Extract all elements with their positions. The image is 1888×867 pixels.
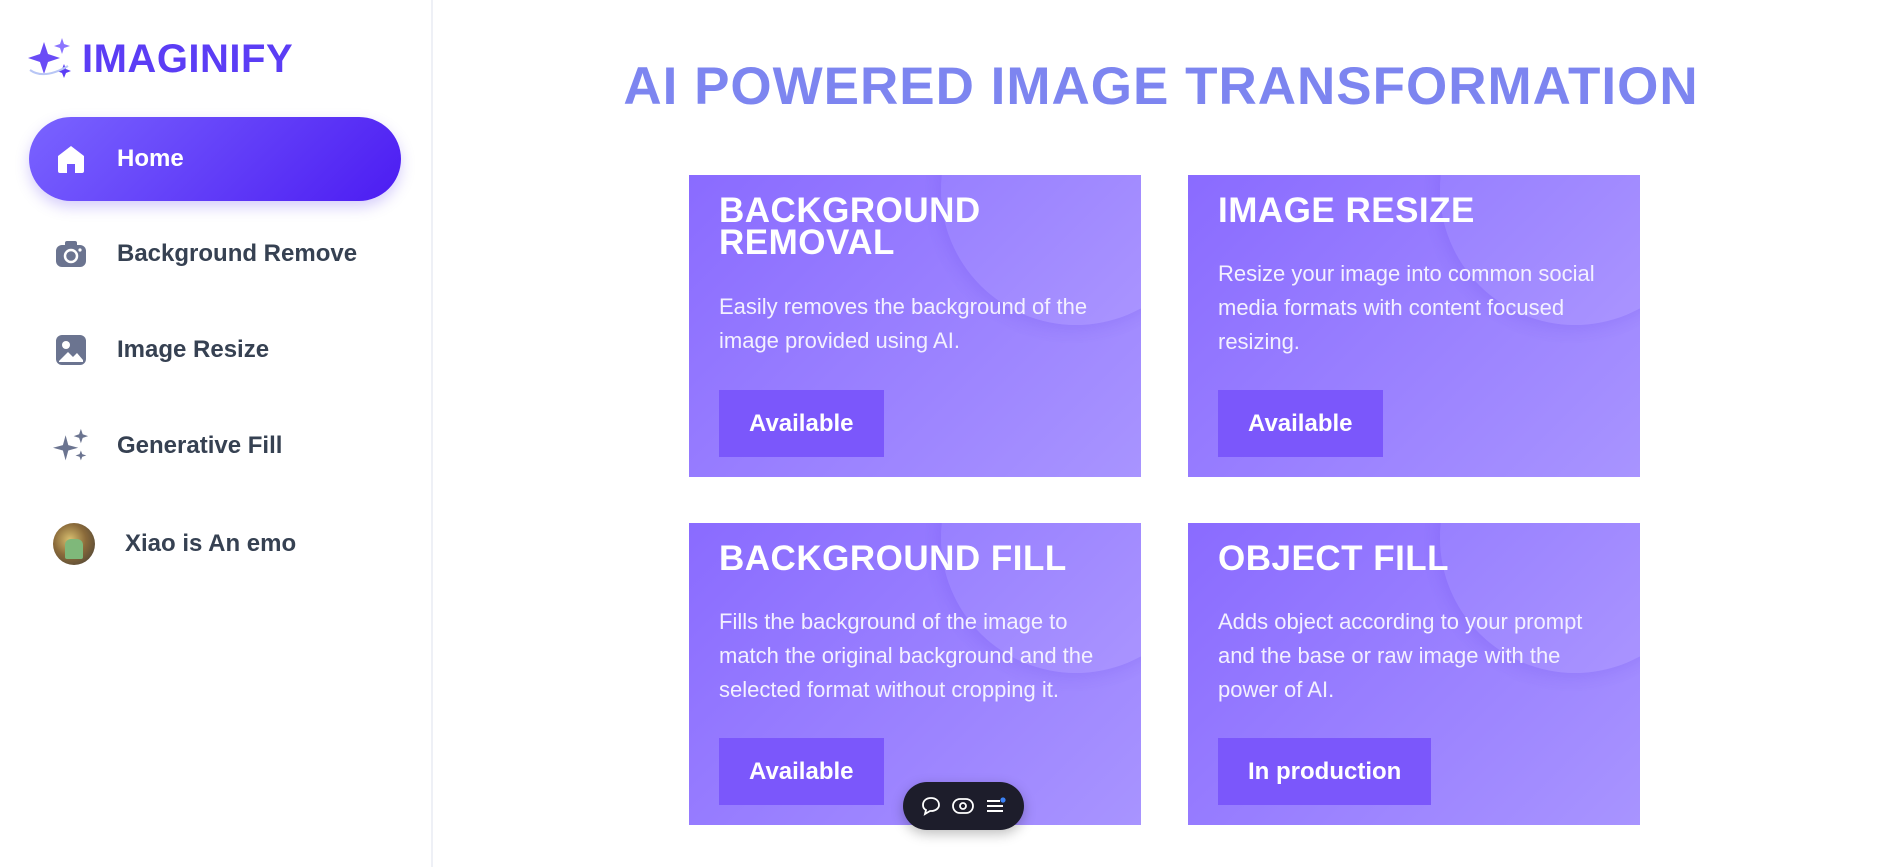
sidebar-item-label: Background Remove (117, 240, 358, 267)
card-object-fill: OBJECT FILL Adds object according to you… (1188, 523, 1640, 825)
comment-icon[interactable] (919, 794, 943, 818)
camera-icon (53, 236, 89, 272)
status-button[interactable]: Available (1218, 390, 1383, 457)
card-background-removal: BACKGROUND REMOVAL Easily removes the ba… (689, 175, 1141, 477)
profile-button[interactable]: Xiao is An emo (53, 523, 296, 565)
avatar (53, 523, 95, 565)
logo-text: IMAGINIFY (82, 36, 294, 81)
status-button[interactable]: Available (719, 390, 884, 457)
card-image-resize: IMAGE RESIZE Resize your image into comm… (1188, 175, 1640, 477)
sidebar: IMAGINIFY Home Background Remove Image R… (0, 0, 433, 867)
sidebar-item-label: Image Resize (117, 336, 270, 363)
card-title: OBJECT FILL (1218, 539, 1450, 578)
eye-icon[interactable] (951, 794, 975, 818)
card-description: Fills the background of the image to mat… (719, 609, 1094, 702)
home-icon (53, 141, 89, 177)
card-title: BACKGROUND FILL (719, 539, 1067, 578)
page-title: AI POWERED IMAGE TRANSFORMATION (623, 57, 1699, 116)
status-button[interactable]: In production (1218, 738, 1432, 805)
card-title: BACKGROUND REMOVAL (719, 191, 981, 262)
card-description: Adds object according to your prompt and… (1218, 609, 1583, 702)
image-icon (53, 332, 89, 368)
sidebar-item-home[interactable]: Home (29, 117, 401, 201)
floating-toolbar (903, 782, 1024, 830)
sparkles-icon (53, 428, 89, 464)
logo-sparkle-icon (28, 38, 71, 78)
status-button[interactable]: Available (719, 738, 884, 805)
sidebar-item-label: Generative Fill (117, 432, 283, 459)
card-description: Resize your image into common social med… (1218, 261, 1595, 354)
card-title: IMAGE RESIZE (1218, 191, 1475, 230)
menu-icon[interactable] (984, 794, 1008, 818)
card-background-fill: BACKGROUND FILL Fills the background of … (689, 523, 1141, 825)
sidebar-item-generative-fill[interactable]: Generative Fill (29, 404, 401, 488)
profile-name: Xiao is An emo (125, 530, 297, 557)
sidebar-item-image-resize[interactable]: Image Resize (29, 308, 401, 392)
sidebar-item-background-remove[interactable]: Background Remove (29, 212, 401, 296)
logo[interactable]: IMAGINIFY (28, 36, 293, 82)
card-description: Easily removes the background of the ima… (719, 294, 1088, 353)
sidebar-item-label: Home (117, 145, 184, 172)
